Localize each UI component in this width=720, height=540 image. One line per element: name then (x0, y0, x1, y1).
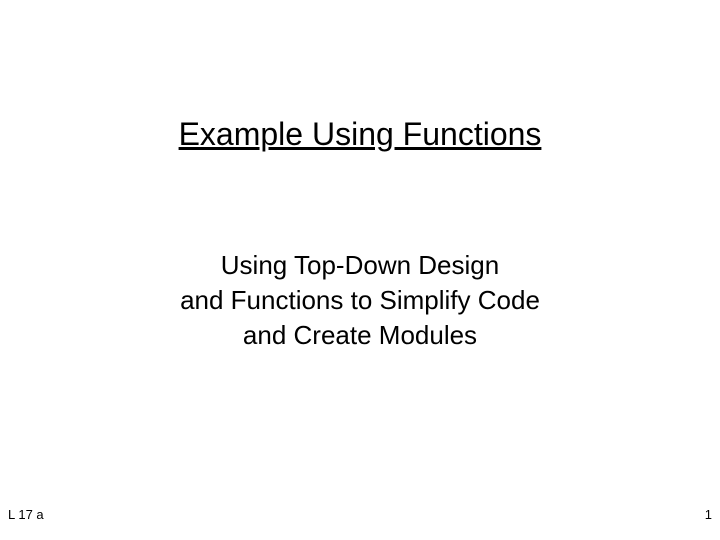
subtitle-line-2: and Functions to Simplify Code (0, 283, 720, 318)
footer-left-label: L 17 a (8, 507, 44, 522)
page-number: 1 (705, 507, 712, 522)
subtitle-line-1: Using Top-Down Design (0, 248, 720, 283)
slide: Example Using Functions Using Top-Down D… (0, 0, 720, 540)
slide-title: Example Using Functions (0, 116, 720, 153)
slide-subtitle: Using Top-Down Design and Functions to S… (0, 248, 720, 353)
subtitle-line-3: and Create Modules (0, 318, 720, 353)
